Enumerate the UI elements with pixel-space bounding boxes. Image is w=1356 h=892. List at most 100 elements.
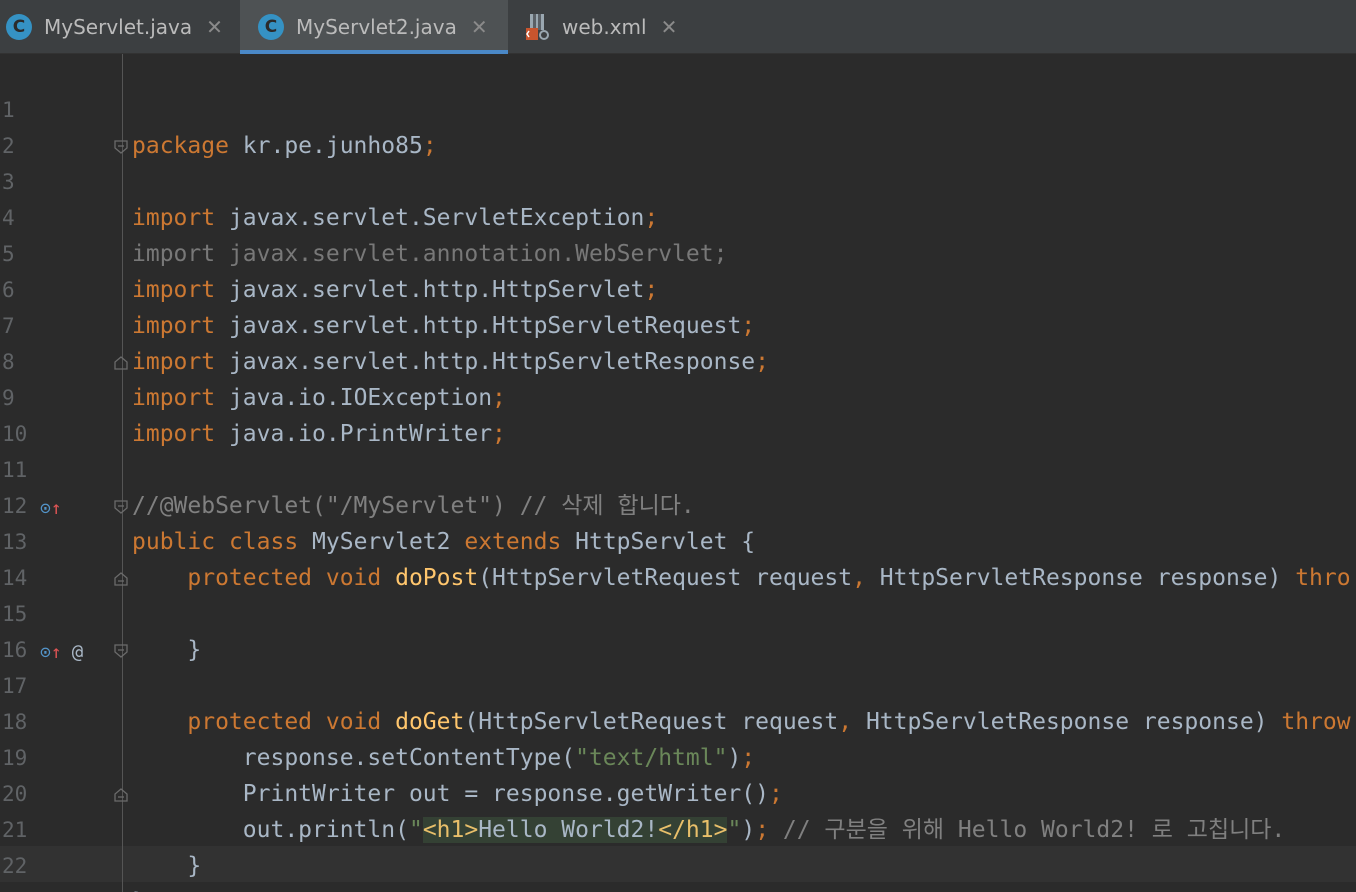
fold-open-icon[interactable] — [114, 644, 128, 658]
tab-myservlet2-java[interactable]: C MyServlet2.java ✕ — [240, 0, 508, 54]
keyword: import — [132, 277, 216, 303]
keyword: package — [132, 133, 229, 159]
class-name: MyServlet2 — [298, 529, 465, 555]
semicolon: ; — [422, 133, 437, 159]
code-text: javax.servlet.http.HttpServlet — [215, 277, 645, 303]
fold-open-icon[interactable] — [114, 140, 128, 154]
keyword: import — [132, 385, 216, 411]
keyword: protected — [132, 565, 313, 591]
code-line[interactable]: 13 protected void doPost(HttpServletRequ… — [0, 488, 1351, 591]
comma: , — [852, 565, 866, 591]
code-line[interactable]: 7 import javax.servlet.http.HttpServletR… — [0, 272, 769, 375]
semicolon: ; — [755, 349, 769, 375]
semicolon: ; — [741, 745, 756, 771]
code-text: ) — [741, 817, 756, 843]
keyword: void — [312, 565, 382, 591]
semicolon: ; — [644, 277, 659, 303]
keyword: class — [215, 529, 299, 555]
code-line[interactable]: 21 } — [0, 776, 201, 879]
line-number: 23 — [0, 884, 42, 892]
code-line[interactable]: 2 — [0, 92, 55, 158]
close-icon[interactable]: ✕ — [661, 15, 678, 39]
code-line[interactable]: 18 response.setContentType("text/html"); — [0, 668, 755, 771]
code-text: java.io.IOException — [215, 385, 493, 411]
code-line[interactable]: 4 import javax.servlet.annotation.WebSer… — [0, 164, 727, 267]
close-icon[interactable]: ✕ — [206, 15, 223, 39]
code-line[interactable]: 12 public class MyServlet2 extends HttpS… — [0, 452, 755, 555]
code-line[interactable]: 15 } — [0, 560, 201, 663]
semicolon: ; — [768, 781, 783, 807]
code-text: javax.servlet.ServletException — [215, 205, 645, 231]
java-class-icon: C — [258, 14, 284, 40]
tab-web-xml[interactable]: web.xml ✕ — [508, 0, 698, 54]
keyword: extends — [464, 529, 562, 555]
code-line[interactable]: 22 } — [0, 812, 146, 892]
code-line[interactable]: 9 import java.io.PrintWriter; — [0, 344, 506, 447]
code-line[interactable]: 20 out.println("<h1>Hello World2!</h1>")… — [0, 740, 1285, 843]
annotation-icon: @ — [71, 641, 84, 663]
keyword: thro — [1295, 565, 1351, 591]
code-text: out.println( — [132, 817, 409, 843]
code-text: ) — [727, 745, 742, 771]
keyword: import — [132, 205, 216, 231]
code-text: HttpServletResponse response) — [852, 709, 1282, 735]
unused-import-text: import javax.servlet.annotation.WebServl… — [132, 241, 728, 267]
code-text: javax.servlet.http.HttpServletResponse — [215, 349, 756, 375]
code-text: javax.servlet.http.HttpServletRequest — [215, 313, 742, 339]
code-line[interactable]: 5 import javax.servlet.http.HttpServlet; — [0, 200, 658, 303]
code-line[interactable]: 6 import javax.servlet.http.HttpServletR… — [0, 236, 755, 339]
semicolon: ; — [755, 817, 770, 843]
code-line[interactable]: 11 //@WebServlet("/MyServlet") // 삭제 합니다… — [0, 416, 695, 519]
code-text: response.setContentType( — [132, 745, 576, 771]
code-line[interactable]: 10 — [0, 380, 55, 446]
code-line[interactable]: 1 package kr.pe.junho85; — [0, 56, 437, 159]
keyword: void — [312, 709, 382, 735]
keyword: import — [132, 349, 216, 375]
method-name: doPost — [381, 565, 479, 591]
code-line[interactable]: 17 protected void doGet(HttpServletReque… — [0, 632, 1351, 735]
semicolon: ; — [492, 421, 506, 447]
code-line[interactable]: 3 import javax.servlet.ServletException; — [0, 128, 658, 231]
code-line[interactable]: 14 — [0, 524, 55, 590]
code-line[interactable]: 8 import java.io.IOException; — [0, 308, 506, 411]
semicolon: ; — [492, 385, 506, 411]
code-text: HttpServletResponse response) — [865, 565, 1296, 591]
code-text: (HttpServletRequest request — [478, 565, 853, 591]
code-line[interactable]: 19 PrintWriter out = response.getWriter(… — [0, 704, 783, 807]
comment-text: // 구분을 위해 Hello World2! 로 고칩니다. — [769, 817, 1286, 843]
fold-end-icon[interactable] — [114, 356, 128, 370]
code-line[interactable]: 16 — [0, 596, 55, 662]
keyword: import — [132, 421, 216, 447]
tab-label: web.xml — [562, 15, 647, 39]
current-line-highlight — [0, 846, 1356, 882]
string-quote: " — [408, 817, 423, 843]
code-text: kr.pe.junho85 — [228, 133, 423, 159]
code-line[interactable]: 23 — [0, 848, 55, 892]
method-name: doGet — [381, 709, 465, 735]
tab-label: MyServlet2.java — [296, 15, 457, 39]
close-icon[interactable]: ✕ — [471, 15, 488, 39]
gutter-separator — [122, 54, 123, 892]
string-literal: Hello World2! — [478, 817, 659, 843]
xml-file-icon — [524, 12, 552, 42]
html-tag: <h1> — [422, 817, 479, 843]
semicolon: ; — [644, 205, 659, 231]
tab-myservlet-java[interactable]: C MyServlet.java ✕ — [0, 0, 240, 54]
keyword: throw — [1281, 709, 1351, 735]
code-text: } — [132, 637, 202, 663]
string-literal: "text/html" — [575, 745, 728, 771]
code-text: } — [132, 853, 202, 879]
tab-label: MyServlet.java — [44, 15, 193, 39]
keyword: protected — [132, 709, 313, 735]
html-tag: </h1> — [658, 817, 728, 843]
code-editor[interactable]: ⊙ ↑ ⊙ ↑ @ 1 package kr.pe.junho85; 2 3 i… — [0, 54, 1356, 892]
comment-text: //@WebServlet("/MyServlet") // 삭제 합니다. — [132, 493, 695, 519]
editor-tab-bar: C MyServlet.java ✕ C MyServlet2.java ✕ w… — [0, 0, 1356, 54]
code-text: HttpServlet { — [561, 529, 756, 555]
keyword: import — [132, 313, 216, 339]
fold-end-icon[interactable] — [114, 788, 128, 802]
fold-open-icon[interactable] — [114, 500, 128, 514]
code-text: java.io.PrintWriter — [215, 421, 493, 447]
fold-end-icon[interactable] — [114, 572, 128, 586]
keyword: public — [132, 529, 216, 555]
